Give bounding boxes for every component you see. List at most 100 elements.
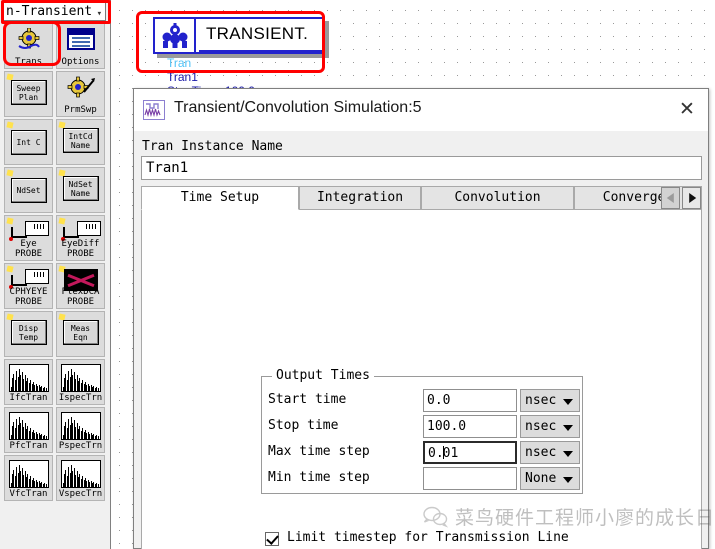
limit-timestep-checkbox[interactable] — [265, 532, 279, 546]
chevron-down-icon — [563, 399, 573, 405]
max-time-step-input[interactable]: 0.01 — [423, 441, 517, 464]
max-time-step-value-prefix: 0. — [428, 446, 444, 461]
palette-item-options[interactable]: Options — [56, 23, 105, 69]
symbol-shadow-right — [325, 21, 329, 58]
glyph-line: NdSet — [68, 180, 93, 189]
stop-time-unit-dropdown[interactable]: nsec — [520, 415, 580, 438]
spectrum-icon — [8, 412, 49, 440]
palette-item-disp-temp[interactable]: Disp Temp — [4, 311, 53, 357]
palette-item-label: IspecTrn — [58, 393, 103, 403]
stop-time-label: Stop time — [268, 418, 339, 433]
scroll-right-icon[interactable] — [682, 187, 701, 209]
max-time-step-unit-dropdown[interactable]: nsec — [520, 441, 580, 464]
palette-item-eye-probe[interactable]: Eye PROBE — [4, 215, 53, 261]
glyph-line: Name — [70, 189, 91, 198]
palette-item-ndset-name[interactable]: NdSet Name — [56, 167, 105, 213]
palette-item-vfctran[interactable]: VfcTran — [4, 455, 53, 501]
min-time-step-unit-dropdown[interactable]: None — [520, 467, 580, 490]
palette-item-vspectrn[interactable]: VspecTrn — [56, 455, 105, 501]
palette-item-label: IfcTran — [9, 393, 48, 403]
disp-temp-icon: Disp Temp — [10, 320, 47, 345]
glyph-line: NdSet — [16, 186, 41, 195]
spectrum-icon — [60, 460, 101, 488]
palette-category-dropdown[interactable]: n-Transient ▾ — [2, 2, 106, 21]
sweep-plan-icon: Sweep Plan — [10, 80, 47, 105]
glyph-line: Meas — [70, 324, 91, 333]
palette-row: CPHYEYE PROBE FlexDCA PROBE — [4, 263, 106, 310]
start-time-input[interactable]: 0.0 — [423, 389, 517, 412]
chevron-down-icon — [563, 425, 573, 431]
spectrum-icon — [60, 364, 101, 392]
instance-name-label: Tran Instance Name — [142, 139, 283, 154]
palette-category-value: n-Transient — [6, 4, 93, 19]
stop-time-row: Stop time 100.0 nsec — [268, 415, 580, 439]
min-time-step-label: Min time step — [268, 470, 370, 485]
close-icon[interactable]: ✕ — [672, 95, 702, 125]
symbol-label: TRANSIENT. — [206, 24, 309, 43]
palette-item-label: PspecTrn — [58, 441, 103, 451]
transient-component-symbol[interactable]: TRANSIENT. — [146, 10, 329, 58]
int-cd-name-icon: IntCd Name — [62, 128, 99, 153]
tab-convolution[interactable]: Convolution — [421, 186, 574, 210]
palette-item-label: FlexDCA — [61, 287, 100, 297]
component-palette: n-Transient ▾ Trans Options Sweep Plan P… — [0, 0, 111, 549]
palette-item-ispectrn[interactable]: IspecTrn — [56, 359, 105, 405]
palette-item-label: PfcTran — [9, 441, 48, 451]
glyph-line: Eqn — [73, 333, 88, 342]
palette-item-flexdca-probe[interactable]: FlexDCA PROBE — [56, 263, 105, 309]
cphy-eye-probe-icon — [8, 269, 49, 289]
glyph-line: IntCd — [68, 132, 93, 141]
time-setup-panel: Output Times Start time 0.0 nsec Stop ti… — [141, 209, 702, 549]
max-time-step-label: Max time step — [268, 444, 370, 459]
palette-item-pfctran[interactable]: PfcTran — [4, 407, 53, 453]
min-time-step-input[interactable] — [423, 467, 517, 490]
min-time-step-unit-value: None — [525, 471, 557, 486]
palette-row: Eye PROBE EyeDiff PROBE — [4, 215, 106, 262]
palette-row: PfcTran PspecTrn — [4, 407, 106, 454]
palette-item-pspectrn[interactable]: PspecTrn — [56, 407, 105, 453]
eye-probe-icon — [8, 221, 49, 241]
palette-row: VfcTran VspecTrn — [4, 455, 106, 502]
glyph-line: Plan — [18, 93, 39, 102]
chevron-down-icon — [563, 451, 573, 457]
palette-row: NdSet NdSet Name — [4, 167, 106, 214]
ndset-name-icon: NdSet Name — [62, 176, 99, 201]
palette-row: Sweep Plan PrmSwp — [4, 71, 106, 118]
palette-row: Disp Temp Meas Eqn — [4, 311, 106, 358]
start-time-unit-dropdown[interactable]: nsec — [520, 389, 580, 412]
tab-time-setup[interactable]: Time Setup — [141, 186, 299, 210]
window-icon — [66, 28, 95, 50]
palette-item-sublabel: PROBE — [14, 297, 43, 307]
palette-item-ifctran[interactable]: IfcTran — [4, 359, 53, 405]
max-time-step-row: Max time step 0.01 nsec — [268, 441, 580, 465]
palette-item-prm-swp[interactable]: PrmSwp — [56, 71, 105, 117]
symbol-type-label: Tran — [167, 56, 192, 70]
tab-integration[interactable]: Integration — [299, 186, 421, 210]
start-time-unit-value: nsec — [525, 393, 557, 408]
dialog-body: Tran Instance Name Tran1 Time Setup Inte… — [134, 131, 708, 549]
palette-item-sweep-plan[interactable]: Sweep Plan — [4, 71, 53, 117]
transient-waveform-icon — [143, 100, 165, 120]
symbol-divider — [194, 17, 196, 54]
int-c-icon: Int C — [10, 130, 47, 155]
palette-row: IfcTran IspecTrn — [4, 359, 106, 406]
palette-item-intcd-name[interactable]: IntCd Name — [56, 119, 105, 165]
palette-item-meas-eqn[interactable]: Meas Eqn — [56, 311, 105, 357]
scroll-left-icon[interactable] — [661, 187, 680, 209]
stop-time-input[interactable]: 100.0 — [423, 415, 517, 438]
eye-diff-probe-icon — [60, 221, 101, 241]
max-time-step-unit-value: nsec — [525, 445, 557, 460]
palette-row: Trans Options — [4, 23, 106, 70]
chevron-down-icon: ▾ — [96, 9, 102, 19]
symbol-instance-label: Tran1 — [167, 70, 198, 84]
instance-name-input[interactable]: Tran1 — [141, 156, 702, 180]
param-sweep-icon — [67, 76, 95, 100]
chevron-down-icon — [563, 477, 573, 483]
palette-item-cphyeye-probe[interactable]: CPHYEYE PROBE — [4, 263, 53, 309]
max-time-step-value-suffix: 01 — [442, 446, 459, 461]
palette-item-trans[interactable]: Trans — [4, 23, 53, 69]
palette-item-ndset[interactable]: NdSet — [4, 167, 53, 213]
spectrum-icon — [8, 460, 49, 488]
palette-item-int-c[interactable]: Int C — [4, 119, 53, 165]
palette-item-eyediff-probe[interactable]: EyeDiff PROBE — [56, 215, 105, 261]
